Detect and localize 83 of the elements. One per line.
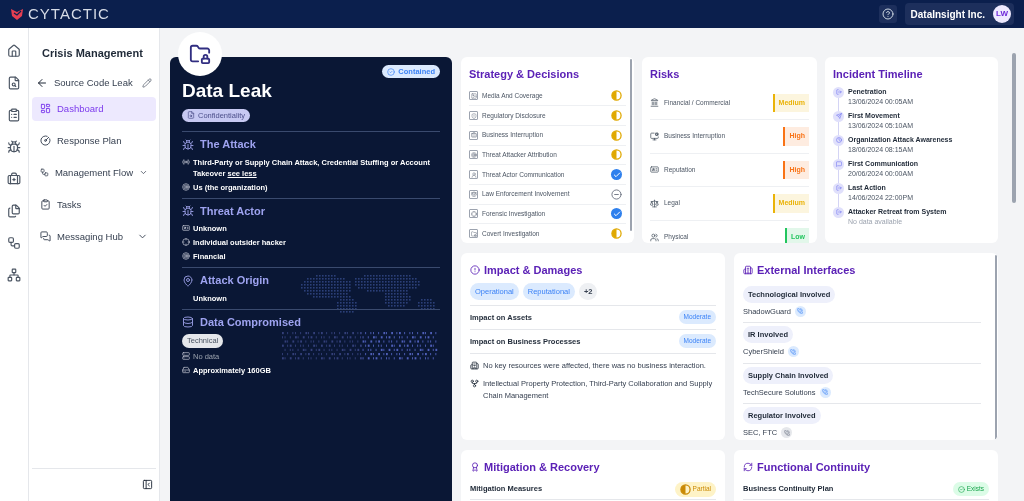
workflow-icon <box>40 167 49 179</box>
award-icon <box>470 462 480 473</box>
building-icon <box>470 360 479 370</box>
card-title: Incident Timeline <box>833 67 923 82</box>
item-icon <box>182 252 190 261</box>
section-title: Attack Origin <box>200 273 270 289</box>
briefcase-icon[interactable] <box>7 172 21 186</box>
section-icon <box>182 316 194 328</box>
logo-icon <box>10 7 24 21</box>
section-icon <box>182 138 194 151</box>
section-title: Threat Actor <box>200 203 265 219</box>
nav-item[interactable]: Tasks <box>32 192 156 217</box>
decision-icon <box>469 209 478 219</box>
half-circle-icon <box>611 110 622 122</box>
half-circle-icon <box>611 129 622 141</box>
sidebar-title: Crisis Management <box>42 46 144 61</box>
document-search-icon <box>187 111 195 120</box>
item-icon <box>182 157 190 166</box>
section-icon <box>182 274 194 287</box>
half-circle-icon <box>611 149 622 161</box>
network-icon[interactable] <box>7 268 21 282</box>
gauge-icon <box>40 135 51 147</box>
card-title: Functional Continuity <box>757 460 871 475</box>
clipboard-check-icon <box>40 199 51 211</box>
clipboard-icon[interactable] <box>7 108 21 122</box>
item-icon <box>182 224 190 233</box>
id-card-icon <box>650 165 659 175</box>
timeline-dot-icon <box>833 110 844 122</box>
item-icon <box>182 351 190 360</box>
home-icon[interactable] <box>7 44 21 58</box>
card-title: Strategy & Decisions <box>469 67 580 82</box>
section-title: The Attack <box>200 137 256 153</box>
decision-icon <box>469 150 478 160</box>
monitor-icon <box>650 131 659 141</box>
bank-icon <box>650 98 659 108</box>
alert-icon <box>470 265 480 276</box>
organization-button[interactable]: DataInsight Inc. LW <box>904 3 1014 25</box>
half-circle-icon <box>611 90 622 102</box>
refresh-icon <box>743 462 753 473</box>
files-icon[interactable] <box>7 204 21 218</box>
document-search-icon[interactable] <box>7 76 21 90</box>
card-title: Mitigation & Recovery <box>484 460 600 475</box>
nav-item[interactable]: Response Plan <box>32 128 156 153</box>
item-icon <box>182 365 190 374</box>
timeline-dot-icon <box>833 158 844 170</box>
dashboard-icon <box>40 103 51 115</box>
collapse-sidebar-button[interactable] <box>142 479 153 490</box>
check-circle-icon <box>387 67 396 76</box>
decision-icon <box>469 229 478 239</box>
item-icon <box>182 182 190 191</box>
brand-name: CYTACTIC <box>28 3 110 24</box>
half-circle-icon <box>611 228 622 240</box>
section-title: Data Compromised <box>200 314 301 330</box>
card-title: Impact & Damages <box>484 263 583 278</box>
check-circle-icon <box>957 485 965 493</box>
section-icon <box>182 205 194 217</box>
decision-icon <box>469 189 478 199</box>
back-button[interactable] <box>36 76 48 89</box>
user-avatar: LW <box>993 5 1011 23</box>
incident-title: Data Leak <box>182 80 273 103</box>
decision-icon <box>469 170 478 180</box>
minus-circle-icon <box>611 188 622 200</box>
fork-icon <box>470 378 479 388</box>
card-title: Risks <box>650 67 680 82</box>
folder-lock-icon <box>189 43 211 65</box>
bug-icon[interactable] <box>7 140 21 154</box>
people-icon <box>650 232 659 242</box>
nav-item[interactable]: Dashboard <box>32 96 156 121</box>
workflow-icon[interactable] <box>7 236 21 250</box>
nav-item[interactable]: Management Flow <box>32 160 156 185</box>
incident-name: Source Code Leak <box>54 75 133 90</box>
building-icon <box>743 265 753 276</box>
timeline-dot-icon <box>833 134 844 146</box>
decision-icon <box>469 111 478 121</box>
decision-icon <box>469 91 478 101</box>
help-button[interactable] <box>878 5 897 23</box>
item-icon <box>182 238 190 247</box>
half-circle-icon <box>679 483 691 495</box>
nav-item[interactable]: Messaging Hub <box>32 224 156 249</box>
card-title: External Interfaces <box>757 263 856 278</box>
decision-icon <box>469 130 478 140</box>
messages-icon <box>40 231 51 243</box>
scales-icon <box>650 198 659 208</box>
